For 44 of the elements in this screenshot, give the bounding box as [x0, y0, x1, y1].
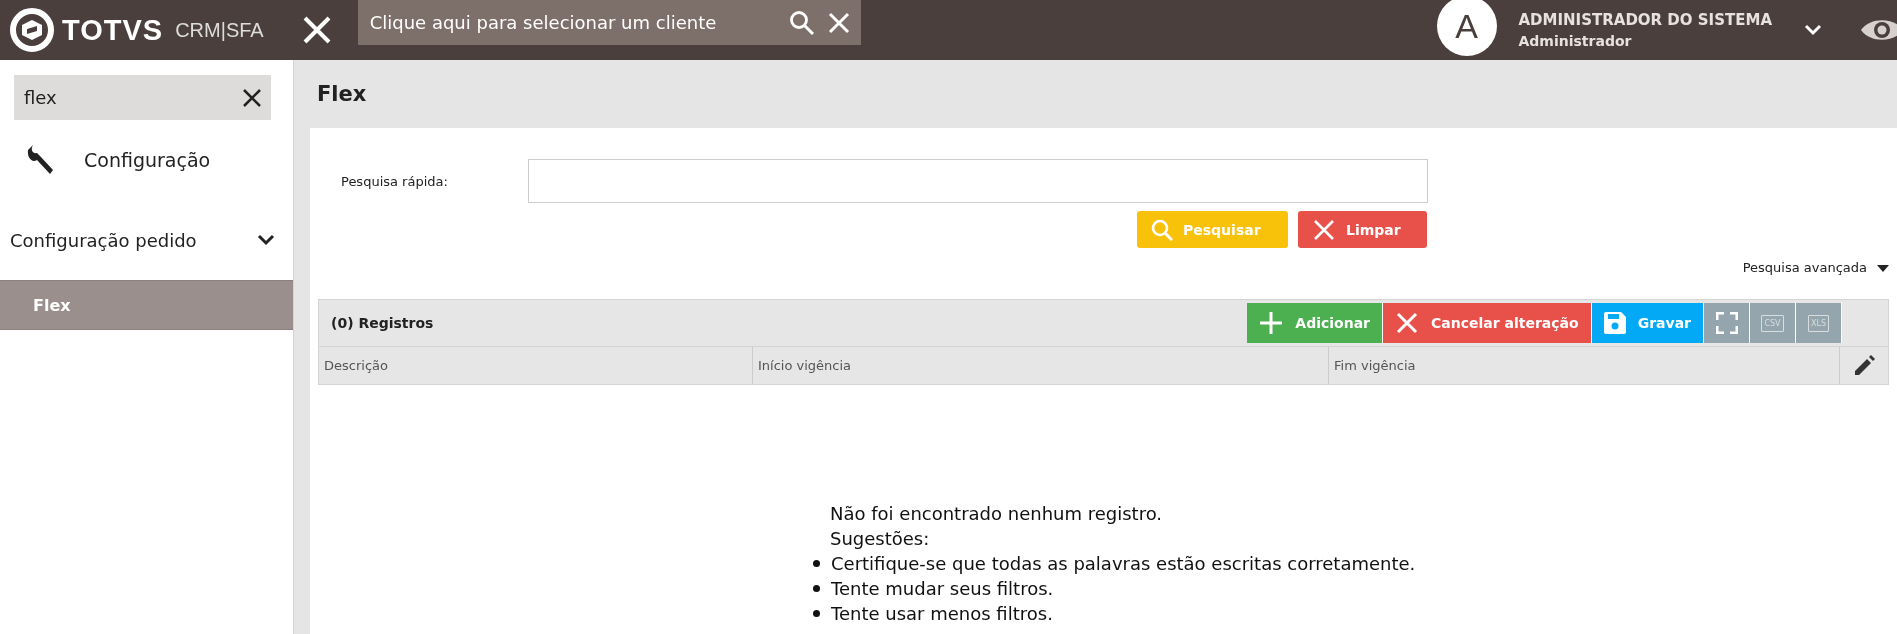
- user-menu-button[interactable]: [1804, 24, 1822, 36]
- bullet-icon: [813, 585, 820, 592]
- clear-button[interactable]: [241, 86, 263, 109]
- clear-button[interactable]: Limpar: [1298, 211, 1427, 248]
- fullscreen-icon: [1715, 312, 1738, 334]
- user-name: ADMINISTRADOR DO SISTEMA: [1518, 11, 1772, 29]
- column-header[interactable]: Fim vigência: [1329, 347, 1840, 384]
- logo-icon: [10, 8, 54, 52]
- menu-search-bar[interactable]: flex: [14, 75, 271, 120]
- column-header[interactable]: Início vigência: [753, 347, 1329, 384]
- quick-search-field[interactable]: [528, 159, 1428, 203]
- cancel-changes-button[interactable]: Cancelar alteração: [1383, 303, 1592, 343]
- close-icon: [1312, 217, 1336, 242]
- user-avatar[interactable]: A: [1436, 0, 1497, 56]
- caret-icon: [1877, 263, 1889, 272]
- suggestions-heading: Sugestões:: [829, 527, 931, 551]
- plus-icon: [1259, 311, 1284, 335]
- client-search-bar[interactable]: Clique aqui para selecionar um cliente: [357, 0, 861, 45]
- menu-group[interactable]: Configuração pedido: [0, 200, 293, 280]
- column-header[interactable]: Descrição: [319, 347, 753, 384]
- bullet-icon: [813, 610, 820, 617]
- advanced-search-toggle[interactable]: Pesquisa avançada: [1742, 260, 1889, 275]
- menu-item[interactable]: Configuração: [0, 120, 293, 200]
- product-name: CRM|SFA: [175, 18, 264, 42]
- suggestion-text: Tente usar menos filtros.: [831, 602, 1053, 626]
- client-search-field[interactable]: Clique aqui para selecionar um cliente: [367, 11, 777, 34]
- close-icon: [1395, 311, 1419, 335]
- menu-search-field[interactable]: flex: [22, 86, 229, 109]
- menu-item[interactable]: Flex: [0, 280, 293, 330]
- suggestion-text: Certifique-se que todas as palavras estão escritas corretamente.: [831, 552, 1416, 576]
- search-button[interactable]: [788, 9, 815, 36]
- page-title: Flex: [316, 81, 368, 108]
- chevron-down-icon: [1804, 24, 1822, 36]
- pencil-icon[interactable]: [1853, 354, 1875, 377]
- record-count: (0) Registros: [331, 315, 434, 331]
- chevron-down-icon: [257, 234, 275, 246]
- quick-search-label: Pesquisa rápida:: [340, 173, 449, 189]
- empty-message: Não foi encontrado nenhum registro.: [829, 502, 1164, 526]
- close-button[interactable]: [301, 15, 332, 45]
- search-icon: [1151, 218, 1173, 241]
- bullet-icon: [813, 560, 820, 567]
- user-role: Administrador: [1518, 33, 1633, 49]
- brand-name: TOTVS: [62, 13, 164, 47]
- suggestion-text: Tente mudar seus filtros.: [831, 577, 1054, 601]
